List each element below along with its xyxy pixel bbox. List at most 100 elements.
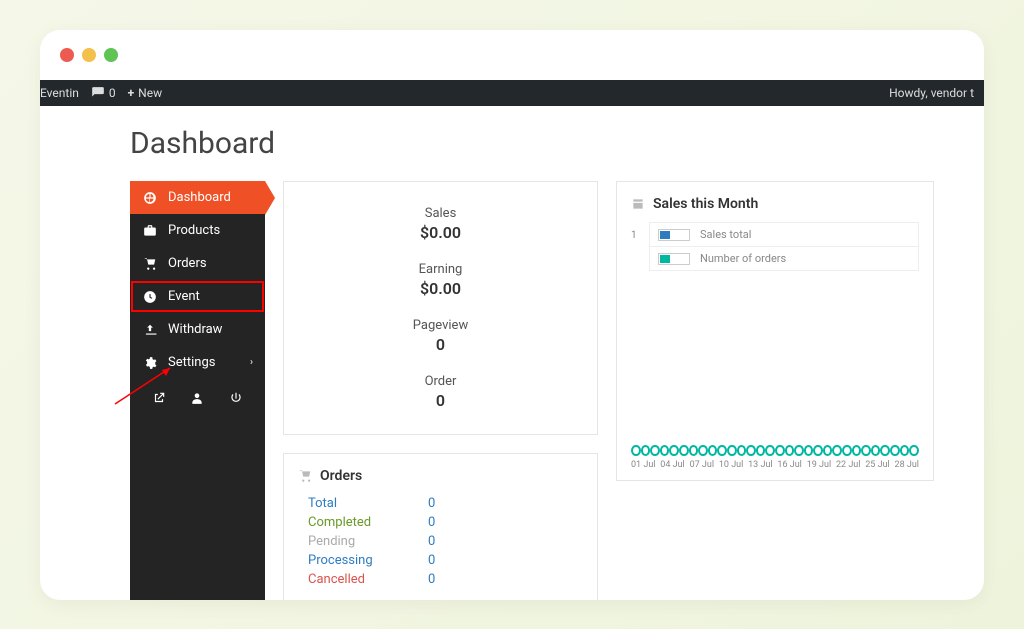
- comments-link[interactable]: 0: [91, 86, 116, 100]
- legend-label: Number of orders: [700, 252, 786, 265]
- sidebar-item-label: Dashboard: [168, 190, 231, 205]
- x-tick: 13 Jul: [748, 460, 772, 470]
- orders-card: Orders Total 0 Completed 0: [283, 453, 598, 600]
- stat-label: Earning: [298, 262, 583, 277]
- sidebar-item-dashboard[interactable]: Dashboard: [130, 181, 265, 214]
- chart-point: [660, 445, 670, 456]
- legend-number-orders[interactable]: Number of orders: [650, 247, 918, 270]
- chart-point: [756, 445, 766, 456]
- stat-value: 0: [298, 391, 583, 410]
- calendar-icon: [631, 197, 645, 211]
- order-value: 0: [428, 572, 435, 587]
- content-area: Dashboard Dashboard Products: [40, 106, 984, 600]
- chevron-right-icon: ›: [250, 357, 253, 368]
- sidebar-bottom: [130, 379, 265, 421]
- user-icon[interactable]: [190, 391, 204, 409]
- chart-point: [890, 445, 900, 456]
- order-label: Cancelled: [308, 572, 388, 587]
- chart-point: [775, 445, 785, 456]
- legend-sales-total[interactable]: Sales total: [650, 223, 918, 247]
- chart-point: [708, 445, 718, 456]
- sidebar-item-label: Products: [168, 223, 220, 238]
- comments-count: 0: [109, 86, 116, 100]
- stats-card: Sales $0.00 Earning $0.00 Pageview 0 O: [283, 181, 598, 435]
- chart-point: [823, 445, 833, 456]
- order-value: 0: [428, 553, 435, 568]
- sidebar-item-products[interactable]: Products: [130, 214, 265, 247]
- chart-point: [804, 445, 814, 456]
- order-row-cancelled[interactable]: Cancelled 0: [308, 570, 583, 589]
- comment-icon: [91, 86, 105, 100]
- sidebar: Dashboard Products Orders: [130, 181, 265, 600]
- chart-point: [650, 445, 660, 456]
- x-tick: 22 Jul: [836, 460, 860, 470]
- chart-point: [669, 445, 679, 456]
- sidebar-item-orders[interactable]: Orders: [130, 247, 265, 280]
- chart-point: [746, 445, 756, 456]
- briefcase-icon: [142, 224, 158, 238]
- sidebar-item-event[interactable]: Event: [130, 280, 265, 313]
- stat-earning: Earning $0.00: [298, 252, 583, 308]
- chart-point: [842, 445, 852, 456]
- chart-point: [852, 445, 862, 456]
- order-label: Pending: [308, 534, 388, 549]
- order-row-total[interactable]: Total 0: [308, 494, 583, 513]
- stat-value: $0.00: [298, 279, 583, 298]
- x-tick: 16 Jul: [777, 460, 801, 470]
- page-title: Dashboard: [130, 126, 984, 161]
- greeting[interactable]: Howdy, vendor t: [889, 86, 974, 100]
- chart-x-axis: 01 Jul04 Jul07 Jul10 Jul13 Jul16 Jul19 J…: [631, 460, 919, 470]
- external-link-icon[interactable]: [152, 391, 166, 409]
- orders-title: Orders: [320, 468, 362, 484]
- order-label: Total: [308, 496, 388, 511]
- sidebar-item-withdraw[interactable]: Withdraw: [130, 313, 265, 346]
- chart-point: [832, 445, 842, 456]
- window-controls: [40, 30, 984, 80]
- x-tick: 25 Jul: [865, 460, 889, 470]
- chart-point: [689, 445, 699, 456]
- x-tick: 10 Jul: [719, 460, 743, 470]
- chart-area: 01 Jul04 Jul07 Jul10 Jul13 Jul16 Jul19 J…: [631, 445, 919, 470]
- order-row-pending[interactable]: Pending 0: [308, 532, 583, 551]
- window-minimize-dot[interactable]: [82, 48, 96, 62]
- stat-label: Pageview: [298, 318, 583, 333]
- window-close-dot[interactable]: [60, 48, 74, 62]
- chart-point: [785, 445, 795, 456]
- dashboard-icon: [142, 191, 158, 205]
- power-icon[interactable]: [229, 391, 243, 409]
- plus-icon: +: [128, 86, 135, 100]
- order-row-completed[interactable]: Completed 0: [308, 513, 583, 532]
- chart-legend: Sales total Number of orders: [649, 222, 919, 271]
- order-label: Completed: [308, 515, 388, 530]
- x-tick: 04 Jul: [660, 460, 684, 470]
- x-tick: 01 Jul: [631, 460, 655, 470]
- stat-sales: Sales $0.00: [298, 196, 583, 252]
- chart-point: [727, 445, 737, 456]
- chart-point: [631, 445, 641, 456]
- chart-point: [880, 445, 890, 456]
- chart-point: [698, 445, 708, 456]
- wp-admin-bar: Eventin 0 + New Howdy, vendor t: [40, 80, 984, 106]
- orders-header: Orders: [298, 468, 583, 484]
- main: Sales $0.00 Earning $0.00 Pageview 0 O: [283, 181, 984, 600]
- stat-label: Sales: [298, 206, 583, 221]
- window-zoom-dot[interactable]: [104, 48, 118, 62]
- order-row-processing[interactable]: Processing 0: [308, 551, 583, 570]
- event-icon: [142, 290, 158, 304]
- chart-point: [813, 445, 823, 456]
- new-content-link[interactable]: + New: [128, 86, 163, 100]
- order-label: Processing: [308, 553, 388, 568]
- cart-icon: [142, 257, 158, 271]
- sidebar-item-label: Settings: [168, 355, 215, 370]
- chart-point: [717, 445, 727, 456]
- stat-pageview: Pageview 0: [298, 308, 583, 364]
- gear-icon: [142, 356, 158, 370]
- order-value: 0: [428, 534, 435, 549]
- legend-label: Sales total: [700, 228, 751, 241]
- sidebar-item-label: Withdraw: [168, 322, 222, 337]
- chart-point: [871, 445, 881, 456]
- stat-label: Order: [298, 374, 583, 389]
- site-name[interactable]: Eventin: [40, 86, 79, 100]
- chart-y-tick: 1: [631, 230, 637, 241]
- sidebar-item-settings[interactable]: Settings ›: [130, 346, 265, 379]
